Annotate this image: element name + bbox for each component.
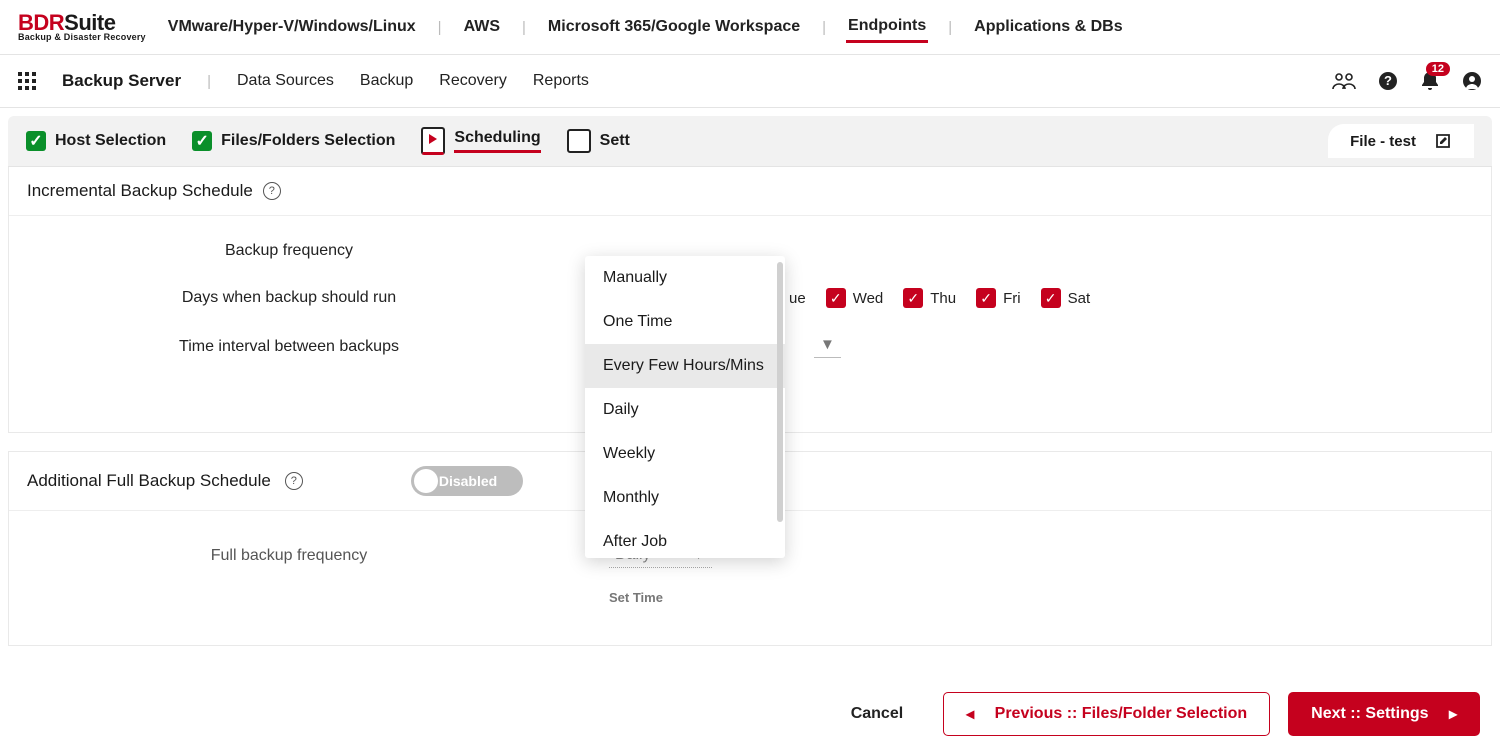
subnav-item-1[interactable]: Backup xyxy=(360,72,413,90)
option-weekly[interactable]: Weekly xyxy=(585,432,785,476)
apps-icon[interactable] xyxy=(18,72,36,90)
step-host-selection[interactable]: ✓Host Selection xyxy=(26,131,166,151)
scrollbar[interactable] xyxy=(777,262,783,522)
wizard-steps: ✓Host Selection ✓Files/Folders Selection… xyxy=(8,116,1492,167)
check-icon: ✓ xyxy=(976,288,996,308)
secondary-nav: Backup Server | Data Sources Backup Reco… xyxy=(0,55,1500,108)
topnav-item-4[interactable]: Applications & DBs xyxy=(972,13,1124,41)
step-settings[interactable]: Sett xyxy=(567,129,630,153)
check-icon: ✓ xyxy=(826,288,846,308)
users-icon[interactable] xyxy=(1332,71,1356,91)
option-monthly[interactable]: Monthly xyxy=(585,476,785,520)
step-scheduling[interactable]: Scheduling xyxy=(421,127,540,155)
backup-frequency-dropdown[interactable]: Manually One Time Every Few Hours/Mins D… xyxy=(585,256,785,558)
full-backup-toggle[interactable]: Disabled xyxy=(411,466,523,496)
topnav-item-1[interactable]: AWS xyxy=(462,13,502,41)
topnav-item-3[interactable]: Endpoints xyxy=(846,12,928,43)
check-icon: ✓ xyxy=(192,131,212,151)
wizard-footer: Cancel Previous :: Files/Folder Selectio… xyxy=(0,678,1500,750)
toggle-knob xyxy=(414,469,438,493)
day-wed[interactable]: ✓Wed xyxy=(826,288,884,308)
job-name: File - test xyxy=(1350,133,1416,150)
option-manually[interactable]: Manually xyxy=(585,256,785,300)
subnav-item-2[interactable]: Recovery xyxy=(439,72,507,90)
previous-button[interactable]: Previous :: Files/Folder Selection xyxy=(943,692,1270,736)
next-button[interactable]: Next :: Settings xyxy=(1288,692,1480,736)
chevron-down-icon[interactable]: ▼ xyxy=(814,336,841,358)
job-name-chip: File - test xyxy=(1328,124,1474,158)
cancel-button[interactable]: Cancel xyxy=(829,694,925,734)
logo: BDRSuite Backup & Disaster Recovery xyxy=(18,12,146,42)
option-one-time[interactable]: One Time xyxy=(585,300,785,344)
option-after-job[interactable]: After Job xyxy=(585,520,785,558)
notification-badge: 12 xyxy=(1426,62,1450,76)
day-sat[interactable]: ✓Sat xyxy=(1041,288,1091,308)
help-icon[interactable]: ? xyxy=(263,182,281,200)
step-files-folders[interactable]: ✓Files/Folders Selection xyxy=(192,131,395,151)
svg-text:?: ? xyxy=(1384,73,1392,88)
play-icon xyxy=(421,127,445,155)
subnav-item-0[interactable]: Data Sources xyxy=(237,72,334,90)
help-icon[interactable]: ? xyxy=(285,472,303,490)
help-icon[interactable]: ? xyxy=(1378,71,1398,91)
full-backup-title: Additional Full Backup Schedule xyxy=(27,471,271,491)
days-label: Days when backup should run xyxy=(9,289,569,307)
option-every-few-hours[interactable]: Every Few Hours/Mins xyxy=(585,344,785,388)
checkbox-icon xyxy=(567,129,591,153)
backup-frequency-label: Backup frequency xyxy=(9,242,569,260)
set-time-label: Set Time xyxy=(9,590,1491,605)
topnav-item-0[interactable]: VMware/Hyper-V/Windows/Linux xyxy=(166,13,418,41)
subnav-item-3[interactable]: Reports xyxy=(533,72,589,90)
primary-nav: BDRSuite Backup & Disaster Recovery VMwa… xyxy=(0,0,1500,55)
interval-label: Time interval between backups xyxy=(9,338,569,356)
bell-icon[interactable]: 12 xyxy=(1420,70,1440,92)
user-icon[interactable] xyxy=(1462,71,1482,91)
day-fri[interactable]: ✓Fri xyxy=(976,288,1021,308)
edit-icon[interactable] xyxy=(1434,132,1452,150)
option-daily[interactable]: Daily xyxy=(585,388,785,432)
day-tue-partial: ue xyxy=(789,290,806,307)
backup-server-label: Backup Server xyxy=(62,71,181,91)
check-icon: ✓ xyxy=(1041,288,1061,308)
topnav-item-2[interactable]: Microsoft 365/Google Workspace xyxy=(546,13,802,41)
day-thu[interactable]: ✓Thu xyxy=(903,288,956,308)
full-frequency-label: Full backup frequency xyxy=(9,547,569,565)
incremental-title: Incremental Backup Schedule ? xyxy=(9,167,1491,215)
check-icon: ✓ xyxy=(903,288,923,308)
check-icon: ✓ xyxy=(26,131,46,151)
